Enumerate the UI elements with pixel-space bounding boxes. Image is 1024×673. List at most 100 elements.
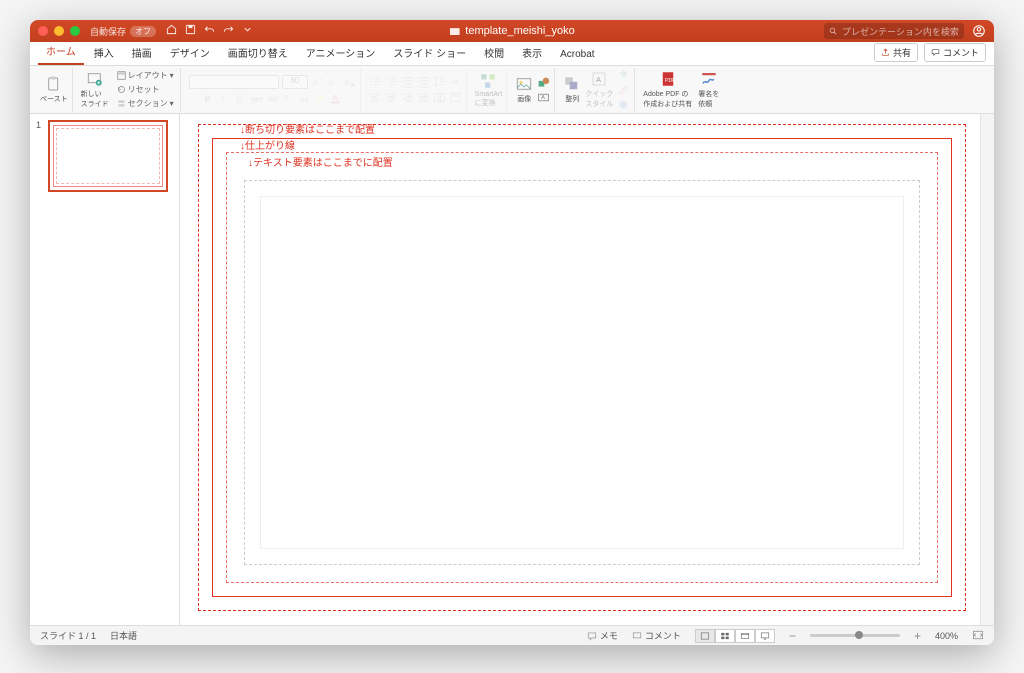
highlight-icon[interactable] bbox=[314, 92, 327, 105]
svg-text:AV: AV bbox=[267, 94, 278, 103]
subscript-icon[interactable]: X2 bbox=[282, 92, 295, 105]
reading-view-icon[interactable] bbox=[735, 629, 755, 643]
search-input[interactable]: プレゼンテーション内を検索 bbox=[824, 23, 964, 39]
layout-button[interactable]: レイアウト ▾ bbox=[115, 69, 176, 82]
underline-icon[interactable]: U bbox=[234, 92, 247, 105]
zoom-percent[interactable]: 400% bbox=[935, 631, 958, 641]
zoom-out-icon[interactable]: − bbox=[789, 629, 796, 643]
clear-format-icon[interactable]: A bbox=[343, 75, 356, 88]
font-size-selector[interactable]: 60 bbox=[282, 75, 308, 89]
new-slide-button[interactable]: 新しい スライド bbox=[81, 70, 109, 109]
indent-decrease-icon[interactable] bbox=[401, 75, 414, 88]
normal-view-icon[interactable] bbox=[695, 629, 715, 643]
share-icon bbox=[881, 48, 890, 57]
font-group: 60 A A A B I U abc AV X2 Aa A bbox=[185, 68, 361, 112]
tab-animations[interactable]: アニメーション bbox=[298, 41, 384, 65]
increase-font-icon[interactable]: A bbox=[311, 75, 324, 88]
text-direction-icon[interactable]: IA bbox=[449, 75, 462, 88]
section-button[interactable]: セクション ▾ bbox=[115, 97, 176, 110]
tab-design[interactable]: デザイン bbox=[162, 41, 218, 65]
line-spacing-icon[interactable] bbox=[433, 75, 446, 88]
document-title: template_meishi_yoko bbox=[449, 25, 574, 37]
quick-style-icon: A bbox=[590, 70, 608, 88]
font-selector[interactable] bbox=[189, 75, 279, 89]
numbering-icon[interactable]: 1 bbox=[385, 75, 398, 88]
tab-view[interactable]: 表示 bbox=[514, 41, 550, 65]
picture-group: 画像 A bbox=[511, 68, 555, 112]
slideshow-view-icon[interactable] bbox=[755, 629, 775, 643]
reset-button[interactable]: リセット bbox=[115, 83, 176, 96]
paste-button[interactable]: ペースト bbox=[40, 75, 68, 104]
indent-increase-icon[interactable] bbox=[417, 75, 430, 88]
change-case-icon[interactable]: Aa bbox=[298, 92, 311, 105]
smartart-button[interactable]: SmartArt に変換 bbox=[475, 72, 503, 108]
shapes-icon[interactable] bbox=[537, 76, 550, 89]
tab-acrobat[interactable]: Acrobat bbox=[552, 45, 602, 65]
font-color-icon[interactable]: A bbox=[330, 92, 343, 105]
align-left-icon[interactable] bbox=[369, 91, 382, 104]
section-icon bbox=[117, 99, 126, 108]
shadow-icon[interactable]: AV bbox=[266, 92, 279, 105]
strike-icon[interactable]: abc bbox=[250, 92, 263, 105]
justify-icon[interactable] bbox=[417, 91, 430, 104]
comments-icon bbox=[632, 631, 642, 641]
language-label[interactable]: 日本語 bbox=[110, 629, 137, 642]
thumbnail-panel: 1 bbox=[30, 114, 180, 625]
tab-transitions[interactable]: 画面切り替え bbox=[220, 41, 296, 65]
bold-icon[interactable]: B bbox=[202, 92, 215, 105]
bullets-icon[interactable] bbox=[369, 75, 382, 88]
italic-icon[interactable]: I bbox=[218, 92, 231, 105]
signature-button[interactable]: 署名を 依頼 bbox=[698, 70, 719, 109]
shape-fill-icon[interactable] bbox=[617, 68, 630, 81]
sorter-view-icon[interactable] bbox=[715, 629, 735, 643]
share-button[interactable]: 共有 bbox=[874, 43, 918, 62]
notes-button[interactable]: メモ bbox=[587, 629, 618, 642]
tab-home[interactable]: ホーム bbox=[38, 39, 84, 65]
thumbnail-image bbox=[48, 120, 168, 192]
save-icon[interactable] bbox=[185, 22, 196, 40]
adobe-group: PDF Adobe PDF の 作成および共有 署名を 依頼 bbox=[639, 68, 723, 112]
home-icon[interactable] bbox=[166, 22, 177, 40]
qat-more-icon[interactable] bbox=[242, 22, 253, 40]
align-right-icon[interactable] bbox=[401, 91, 414, 104]
textbox-icon[interactable]: A bbox=[537, 91, 550, 104]
picture-button[interactable]: 画像 bbox=[515, 75, 533, 104]
autosave-toggle[interactable]: 自動保存 オフ bbox=[90, 25, 156, 38]
zoom-slider[interactable] bbox=[810, 634, 900, 637]
picture-icon bbox=[515, 75, 533, 93]
svg-text:IA: IA bbox=[451, 77, 458, 86]
align-center-icon[interactable] bbox=[385, 91, 398, 104]
undo-icon[interactable] bbox=[204, 22, 215, 40]
columns-icon[interactable] bbox=[433, 91, 446, 104]
view-buttons bbox=[695, 629, 775, 643]
arrange-button[interactable]: 整列 bbox=[563, 75, 581, 104]
tab-draw[interactable]: 描画 bbox=[124, 41, 160, 65]
slide-canvas[interactable]: ↓断ち切り要素はここまで配置 ↓仕上がり線 ↓テキスト要素はここまでに配置 bbox=[180, 114, 994, 625]
decrease-font-icon[interactable]: A bbox=[327, 75, 340, 88]
comments-button[interactable]: コメント bbox=[632, 629, 681, 642]
zoom-in-icon[interactable]: + bbox=[914, 629, 921, 643]
tab-review[interactable]: 校閲 bbox=[476, 41, 512, 65]
smartart-group: SmartArt に変換 bbox=[471, 68, 508, 112]
align-text-icon[interactable] bbox=[449, 91, 462, 104]
slide-thumbnail[interactable]: 1 bbox=[36, 120, 173, 192]
comment-button[interactable]: コメント bbox=[924, 43, 986, 62]
notes-icon bbox=[587, 631, 597, 641]
shape-effects-icon[interactable] bbox=[617, 98, 630, 111]
minimize-icon[interactable] bbox=[54, 26, 64, 36]
zoom-knob[interactable] bbox=[855, 631, 863, 639]
maximize-icon[interactable] bbox=[70, 26, 80, 36]
svg-text:A: A bbox=[541, 95, 545, 101]
ribbon-tabs: ホーム 挿入 描画 デザイン 画面切り替え アニメーション スライド ショー 校… bbox=[30, 42, 994, 66]
adobe-pdf-button[interactable]: PDF Adobe PDF の 作成および共有 bbox=[643, 70, 692, 109]
fit-window-icon[interactable] bbox=[972, 629, 984, 643]
shape-outline-icon[interactable] bbox=[617, 83, 630, 96]
tab-insert[interactable]: 挿入 bbox=[86, 41, 122, 65]
close-icon[interactable] bbox=[38, 26, 48, 36]
vertical-scrollbar[interactable] bbox=[980, 114, 994, 625]
clipboard-group: ペースト bbox=[36, 68, 73, 112]
tab-slideshow[interactable]: スライド ショー bbox=[385, 41, 474, 65]
user-menu-icon[interactable] bbox=[972, 24, 986, 38]
quick-style-button[interactable]: A クイック スタイル bbox=[585, 70, 613, 109]
redo-icon[interactable] bbox=[223, 22, 234, 40]
